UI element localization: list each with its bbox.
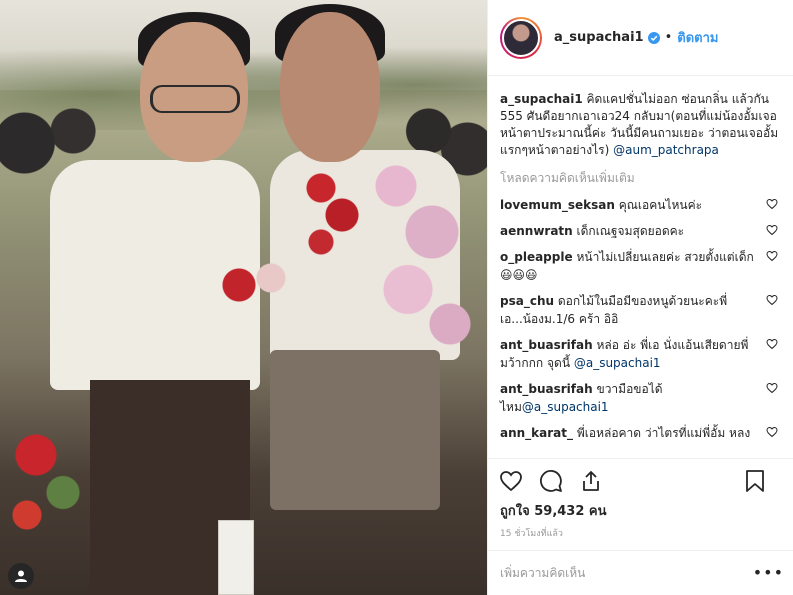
comment-item: lovemum_seksan คุณเอคนไหนค่ะ — [500, 196, 782, 214]
add-comment-bar: เพิ่มความคิดเห็น ••• — [488, 550, 793, 595]
comment-button[interactable] — [538, 468, 564, 494]
post-actions — [488, 458, 793, 502]
comment-username[interactable]: ann_karat_ — [500, 426, 573, 440]
comment-item: ant_buasrifah หล่อ อ่ะ พี่เอ นั่งแอ้นเสี… — [500, 336, 782, 372]
header-username[interactable]: a_supachai1 — [554, 30, 644, 45]
comment-text: พี่เอหล่อคาด ว่าไตรที่แม่พี่อั้ม หลง — [576, 426, 751, 440]
photo-roses-bouquet — [215, 250, 295, 320]
post-photo[interactable] — [0, 0, 487, 595]
post-header: a_supachai1 • ติดตาม — [488, 0, 793, 76]
comment-item: ann_karat_ พี่เอหล่อคาด ว่าไตรที่แม่พี่อ… — [500, 424, 782, 442]
profile-avatar[interactable] — [500, 16, 542, 59]
heart-icon — [500, 470, 522, 491]
comment-item: ant_buasrifah ขวามือขอได้ไหม@a_supachai1 — [500, 380, 782, 416]
caption-mention[interactable]: @aum_patchrapa — [613, 143, 719, 157]
separator-dot: • — [664, 30, 673, 45]
more-icon[interactable]: ••• — [753, 563, 784, 582]
comment-mention[interactable]: @a_supachai1 — [522, 400, 609, 414]
post-caption: a_supachai1 คิดแคปชั่นไม่ออก ซ่อนกลิ่น แ… — [500, 91, 782, 159]
comment-username[interactable]: lovemum_seksan — [500, 198, 615, 212]
load-more-comments[interactable]: โหลดความคิดเห็นเพิ่มเติม — [500, 169, 782, 188]
caption-username[interactable]: a_supachai1 — [500, 92, 583, 106]
heart-icon[interactable] — [766, 382, 778, 394]
verified-icon — [647, 31, 660, 44]
photo-name-tag — [218, 520, 254, 595]
heart-icon[interactable] — [766, 338, 778, 350]
share-button[interactable] — [578, 468, 604, 494]
comment-text: เด็กเณฐจมสุดยอดคะ — [576, 224, 685, 238]
photo-flowers-right — [360, 140, 480, 370]
comment-icon — [540, 469, 562, 492]
photo-roses-corner — [0, 410, 90, 560]
comment-item: psa_chu ดอกไม้ในมือมีของหนูด้วยนะคะพี่เอ… — [500, 292, 782, 328]
photo-roses — [300, 170, 370, 260]
follow-button[interactable]: ติดตาม — [677, 27, 718, 48]
heart-icon[interactable] — [766, 198, 778, 210]
like-button[interactable] — [498, 468, 524, 494]
comment-username[interactable]: ant_buasrifah — [500, 338, 593, 352]
photo-glasses — [150, 85, 240, 113]
heart-icon[interactable] — [766, 250, 778, 262]
share-icon — [583, 470, 599, 491]
likes-count[interactable]: ถูกใจ 59,432 คน — [500, 500, 607, 521]
comment-item: aennwratn เด็กเณฐจมสุดยอดคะ — [500, 222, 782, 240]
post-side-panel: a_supachai1 • ติดตาม a_supachai1 คิดแคปช… — [487, 0, 793, 595]
profile-avatar-image — [502, 18, 540, 57]
user-avatar-icon[interactable] — [8, 563, 34, 589]
heart-icon[interactable] — [766, 224, 778, 236]
heart-icon[interactable] — [766, 294, 778, 306]
comment-username[interactable]: aennwratn — [500, 224, 573, 238]
comment-text: คุณเอคนไหนค่ะ — [618, 198, 703, 212]
comment-item: o_pleapple หน้าไม่เปลี่ยนเลยค่ะ สวยตั้งแ… — [500, 248, 782, 284]
comment-username[interactable]: o_pleapple — [500, 250, 573, 264]
comment-username[interactable]: ant_buasrifah — [500, 382, 593, 396]
photo-pants-right — [270, 350, 440, 510]
comment-username[interactable]: psa_chu — [500, 294, 554, 308]
post-timestamp[interactable]: 15 ชั่วโมงที่แล้ว — [500, 526, 563, 540]
add-comment-input[interactable]: เพิ่มความคิดเห็น — [500, 564, 585, 583]
comment-mention[interactable]: @a_supachai1 — [574, 356, 661, 370]
bookmark-icon — [746, 470, 764, 492]
heart-icon[interactable] — [766, 426, 778, 438]
save-button[interactable] — [742, 468, 768, 494]
comments-list[interactable]: a_supachai1 คิดแคปชั่นไม่ออก ซ่อนกลิ่น แ… — [488, 77, 793, 458]
